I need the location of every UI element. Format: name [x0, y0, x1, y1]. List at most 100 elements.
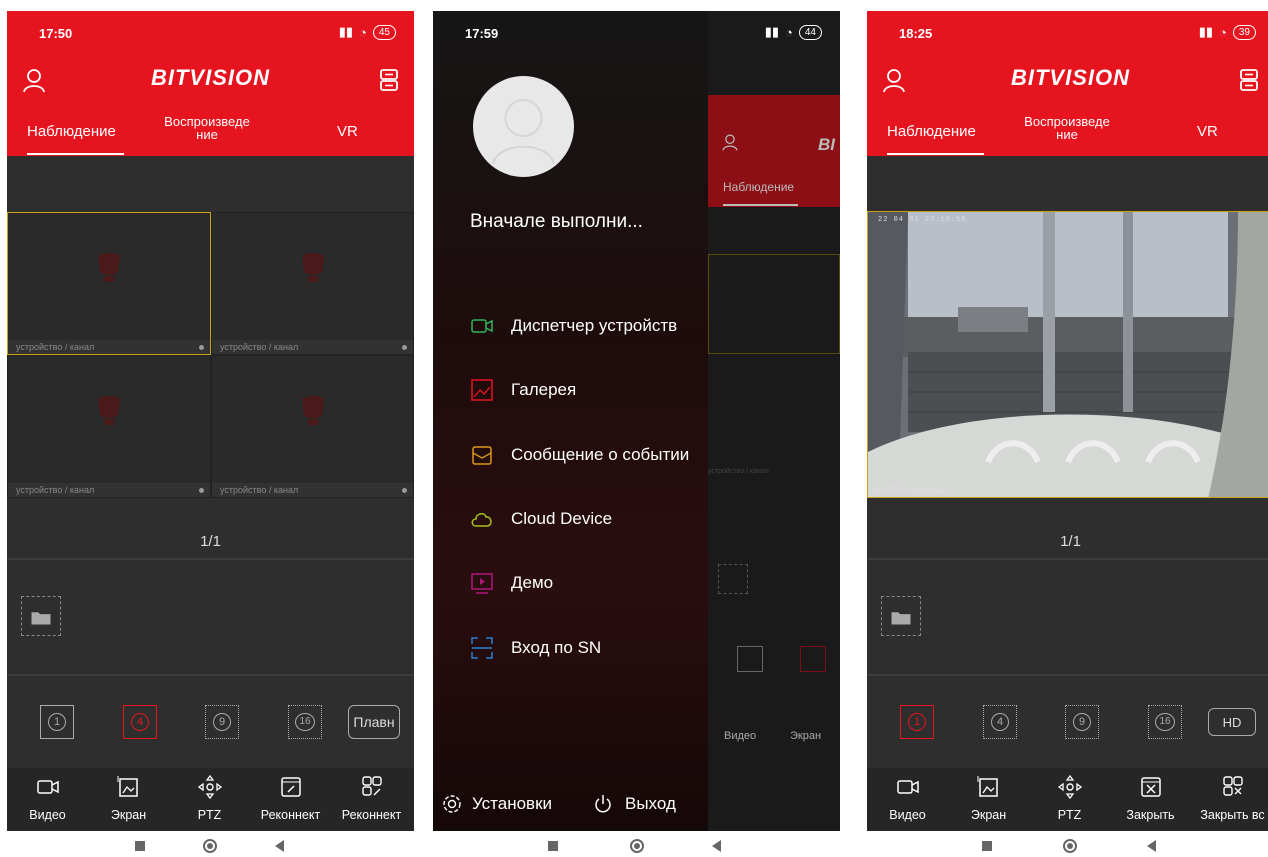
screen-icon — [117, 776, 138, 797]
back-icon[interactable] — [712, 840, 721, 852]
hd-button[interactable]: HD — [1208, 708, 1256, 736]
tab-playback[interactable]: Воспроизведе ние — [157, 115, 257, 141]
video-tool[interactable]: Видео — [867, 768, 948, 831]
tab-vr[interactable]: VR — [1197, 123, 1218, 140]
reconnect-all-tool[interactable]: Реконнект — [331, 768, 412, 831]
split-4-label: 4 — [991, 713, 1009, 731]
folder-button[interactable] — [21, 596, 61, 636]
back-icon[interactable] — [1147, 840, 1156, 852]
exit-button[interactable]: Выход — [593, 794, 676, 814]
behind-cell-label: устройство / канал — [708, 468, 769, 475]
camera-placeholder-icon — [301, 252, 324, 282]
gallery-icon — [471, 379, 493, 401]
split-4-label: 4 — [131, 713, 149, 731]
reconnect-icon — [280, 777, 301, 797]
wifi-icon: ◔ — [1219, 24, 1227, 40]
page-indicator: 1/1 — [1060, 533, 1081, 550]
folder-icon — [891, 612, 911, 625]
demo-icon — [471, 573, 493, 594]
tool-label: Реконнект — [341, 808, 402, 822]
home-icon[interactable] — [1063, 839, 1077, 853]
behind-folder — [718, 564, 748, 594]
split-16-label: 16 — [295, 713, 315, 731]
settings-label: Установки — [472, 794, 553, 813]
close-tool[interactable]: Закрыть — [1110, 768, 1191, 831]
back-icon[interactable] — [275, 840, 284, 852]
cell-label: устройство / канал — [220, 342, 299, 352]
wifi-icon: ◔ — [359, 24, 367, 40]
recent-apps-icon[interactable] — [982, 841, 992, 851]
behind-split-1 — [737, 646, 763, 672]
behind-screen-label: Экран — [790, 730, 822, 742]
video-cell[interactable]: устройство / канал — [211, 212, 414, 355]
behind-logo: BI — [818, 135, 835, 154]
camera-placeholder-icon — [301, 395, 324, 425]
tab-observation[interactable]: Наблюдение — [887, 123, 976, 140]
split-4-button[interactable]: 4 — [983, 705, 1017, 739]
page-indicator: 1/1 — [200, 533, 221, 550]
ptz-icon — [1057, 774, 1082, 800]
camera-label: test,P2P-соединение — [872, 486, 950, 495]
app-logo: BITVISION — [1010, 65, 1130, 90]
ptz-tool[interactable]: PTZ — [169, 768, 250, 831]
ptz-icon — [197, 774, 222, 800]
video-icon — [36, 780, 59, 794]
split-9-button[interactable]: 9 — [1065, 705, 1099, 739]
tab-playback[interactable]: Воспроизведе ние — [1017, 115, 1117, 141]
menu-cloud-device[interactable]: Cloud Device — [470, 505, 612, 533]
recent-apps-icon[interactable] — [135, 841, 145, 851]
sn-login-icon — [471, 637, 493, 659]
signal-icon: ▮▮ — [338, 24, 354, 39]
menu-event-message[interactable]: Сообщение о событии — [470, 441, 689, 469]
screen-tool[interactable]: Экран — [948, 768, 1029, 831]
split-4-button[interactable]: 4 — [123, 705, 157, 739]
split-16-button[interactable]: 16 — [288, 705, 322, 739]
home-icon[interactable] — [630, 839, 644, 853]
menu-label: Сообщение о событии — [511, 445, 690, 464]
camera-feed[interactable]: 22 04 01 23:10:58 test,P2P-соединение — [867, 211, 1268, 498]
menu-label: Галерея — [511, 380, 577, 399]
screen-drawer: BI Наблюдение устройство / канал Видео Э… — [433, 11, 840, 831]
avatar[interactable] — [473, 76, 574, 177]
close-all-tool[interactable]: Закрыть вс — [1191, 768, 1268, 831]
battery-badge: 45 — [372, 24, 396, 40]
tool-label: Видео — [29, 808, 66, 822]
divider — [867, 558, 1268, 560]
video-cell[interactable]: устройство / канал — [7, 355, 211, 498]
split-1-button[interactable]: 1 — [40, 705, 74, 739]
menu-demo[interactable]: Демо — [470, 569, 553, 597]
device-list-icon[interactable] — [1236, 67, 1262, 93]
status-dot — [199, 488, 204, 493]
split-16-button[interactable]: 16 — [1148, 705, 1182, 739]
video-cell[interactable]: устройство / канал — [211, 355, 414, 498]
tab-vr[interactable]: VR — [337, 123, 358, 140]
video-tool[interactable]: Видео — [7, 768, 88, 831]
tool-label: PTZ — [1057, 808, 1082, 822]
video-cell[interactable]: устройство / канал — [7, 212, 211, 355]
ptz-tool[interactable]: PTZ — [1029, 768, 1110, 831]
exit-label: Выход — [625, 794, 676, 813]
split-1-button[interactable]: 1 — [900, 705, 934, 739]
home-icon[interactable] — [203, 839, 217, 853]
split-9-button[interactable]: 9 — [205, 705, 239, 739]
split-16-label: 16 — [1155, 713, 1175, 731]
split-1-label: 1 — [908, 713, 926, 731]
menu-gallery[interactable]: Галерея — [470, 376, 576, 404]
smooth-button[interactable]: Плавн — [348, 705, 400, 739]
tool-label: PTZ — [197, 808, 222, 822]
settings-button[interactable]: Установки — [442, 794, 552, 814]
device-list-icon[interactable] — [376, 67, 402, 93]
reconnect-tool[interactable]: Реконнект — [250, 768, 331, 831]
drawer-title[interactable]: Вначале выполни... — [470, 211, 643, 233]
folder-button[interactable] — [881, 596, 921, 636]
screen-tool[interactable]: Экран — [88, 768, 169, 831]
close-all-icon — [1222, 776, 1243, 796]
menu-sn-login[interactable]: Вход по SN — [470, 634, 601, 662]
menu-device-manager[interactable]: Диспетчер устройств — [470, 312, 677, 340]
screen-icon — [977, 776, 998, 797]
tab-observation[interactable]: Наблюдение — [27, 123, 116, 140]
folder-icon — [31, 612, 51, 625]
bottom-toolbar: Видео Экран PTZ Закрыть Закрыть вс — [867, 768, 1268, 831]
recent-apps-icon[interactable] — [548, 841, 558, 851]
screen-live-view-single: 18:25 ▮▮ ◔ 39 BITVISION Наблюдение Воспрои… — [867, 11, 1268, 831]
